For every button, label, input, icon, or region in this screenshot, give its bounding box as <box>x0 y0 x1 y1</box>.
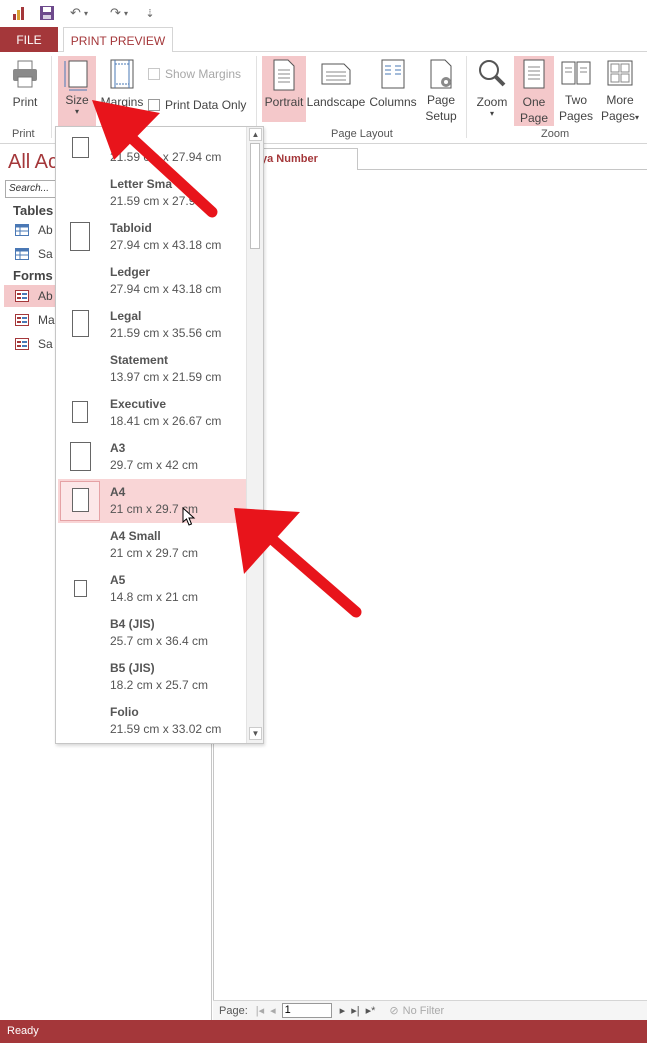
nav-category-forms[interactable]: Forms <box>13 268 53 283</box>
access-app-icon <box>10 4 28 22</box>
print-button[interactable]: Print <box>6 58 44 122</box>
scroll-up-icon[interactable]: ▲ <box>249 128 262 141</box>
print-preview-area[interactable] <box>213 170 647 1000</box>
page-size-icon <box>72 401 88 423</box>
new-record-icon[interactable]: ▸* <box>366 1004 376 1017</box>
no-filter-icon: ⊘ <box>389 1005 399 1017</box>
columns-button[interactable]: Columns <box>367 58 419 120</box>
tab-file[interactable]: FILE <box>0 27 58 52</box>
page-size-icon <box>72 488 89 512</box>
size-option-letter-small[interactable]: Letter Sma 21.59 cm x 27.9 <box>58 171 246 215</box>
save-icon[interactable] <box>37 4 57 22</box>
chevron-down-icon: ▾ <box>74 107 79 116</box>
print-group-label: Print <box>12 128 35 140</box>
first-page-icon[interactable]: |◂ <box>256 1004 264 1017</box>
scroll-down-icon[interactable]: ▼ <box>249 727 262 740</box>
record-navigation-bar: Page: |◂ ◂ 1 ▸ ▸| ▸* ⊘ No Filter <box>213 1000 647 1020</box>
size-option-folio[interactable]: Folio 21.59 cm x 33.02 cm <box>58 699 246 743</box>
landscape-icon <box>321 63 351 85</box>
page-size-icon <box>70 442 91 471</box>
one-page-button[interactable]: One Page <box>514 56 554 126</box>
tab-print-preview[interactable]: PRINT PREVIEW <box>63 27 173 53</box>
size-option-ledger[interactable]: Ledger 27.94 cm x 43.18 cm <box>58 259 246 303</box>
nav-category-tables[interactable]: Tables <box>13 203 53 218</box>
landscape-button[interactable]: Landscape <box>307 58 365 120</box>
checkbox-box <box>148 68 160 80</box>
more-pages-button[interactable]: More Pages▾ <box>598 58 642 126</box>
page-size-icon <box>74 580 87 597</box>
scroll-thumb[interactable] <box>250 143 260 249</box>
margins-icon <box>110 59 134 89</box>
show-margins-checkbox[interactable]: Show Margins <box>148 67 241 81</box>
size-option-legal[interactable]: Legal 21.59 cm x 35.56 cm <box>58 303 246 347</box>
ribbon-tabs: FILE PRINT PREVIEW <box>0 27 647 53</box>
print-data-only-checkbox[interactable]: Print Data Only <box>148 98 246 112</box>
size-option-a3[interactable]: A3 29.7 cm x 42 cm <box>58 435 246 479</box>
no-filter-label[interactable]: No Filter <box>403 1005 445 1017</box>
margins-button[interactable]: Margins <box>99 58 145 120</box>
chevron-down-icon: ▾ <box>489 109 494 118</box>
page-size-icon <box>64 60 88 91</box>
size-option-a5[interactable]: A5 14.8 cm x 21 cm <box>58 567 246 611</box>
nav-pane-title[interactable]: All Ac <box>8 151 58 174</box>
zoom-button[interactable]: Zoom ▾ <box>473 58 511 124</box>
page-setup-icon <box>430 59 452 89</box>
undo-icon[interactable]: ↶ ▾ <box>64 4 94 22</box>
portrait-button[interactable]: Portrait <box>262 56 306 122</box>
redo-icon[interactable]: ↷ ▾ <box>104 4 134 22</box>
size-option-b4-jis[interactable]: B4 (JIS) 25.7 cm x 36.4 cm <box>58 611 246 655</box>
next-page-icon[interactable]: ▸ <box>340 1004 346 1017</box>
size-option-statement[interactable]: Statement 13.97 cm x 21.59 cm <box>58 347 246 391</box>
two-pages-icon <box>561 61 591 85</box>
last-page-icon[interactable]: ▸| <box>351 1004 359 1017</box>
size-button[interactable]: Size ▾ <box>58 56 96 126</box>
size-option-a4[interactable]: A4 21 cm x 29.7 cm <box>58 479 246 526</box>
status-bar: Ready <box>0 1020 647 1043</box>
quick-access-toolbar: ↶ ▾ ↷ ▾ ⇣ <box>0 0 647 27</box>
one-page-icon <box>523 59 545 89</box>
form-icon <box>15 314 29 326</box>
previous-page-icon[interactable]: ◂ <box>270 1004 276 1017</box>
page-size-icon <box>70 222 90 251</box>
magnifier-icon <box>479 60 506 87</box>
page-setup-button[interactable]: Page Setup <box>421 58 461 126</box>
table-icon <box>15 224 29 236</box>
chevron-down-icon: ▾ <box>635 113 640 122</box>
size-option-executive[interactable]: Executive 18.41 cm x 26.67 cm <box>58 391 246 435</box>
columns-icon <box>381 59 405 89</box>
zoom-group-label: Zoom <box>541 128 570 140</box>
customize-toolbar-icon[interactable]: ⇣ <box>143 4 157 22</box>
checkbox-box <box>148 99 160 111</box>
page-size-icon <box>72 137 89 158</box>
status-text: Ready <box>7 1025 39 1037</box>
page-label: Page: <box>219 1004 248 1017</box>
size-option-tabloid[interactable]: Tabloid 27.94 cm x 43.18 cm <box>58 215 246 259</box>
more-pages-icon <box>607 60 633 86</box>
two-pages-button[interactable]: Two Pages <box>556 58 596 126</box>
size-dropdown: 21.59 cm x 27.94 cm Letter Sma 21.59 cm … <box>55 126 264 744</box>
portrait-icon <box>273 59 295 91</box>
group-separator <box>466 56 467 138</box>
document-tab-bar: ya Number <box>213 145 647 171</box>
dropdown-scrollbar[interactable]: ▲ ▼ <box>246 127 263 743</box>
page-layout-group-label: Page Layout <box>331 128 393 140</box>
size-option-letter[interactable]: 21.59 cm x 27.94 cm <box>58 127 246 171</box>
size-option-a4-small[interactable]: A4 Small 21 cm x 29.7 cm <box>58 523 246 567</box>
group-separator <box>51 56 52 138</box>
printer-icon <box>13 60 37 88</box>
form-icon <box>15 338 29 350</box>
table-icon <box>15 248 29 260</box>
page-number-input[interactable]: 1 <box>281 1003 332 1018</box>
size-option-b5-jis[interactable]: B5 (JIS) 18.2 cm x 25.7 cm <box>58 655 246 699</box>
page-size-icon <box>72 310 89 337</box>
form-icon <box>15 290 29 302</box>
